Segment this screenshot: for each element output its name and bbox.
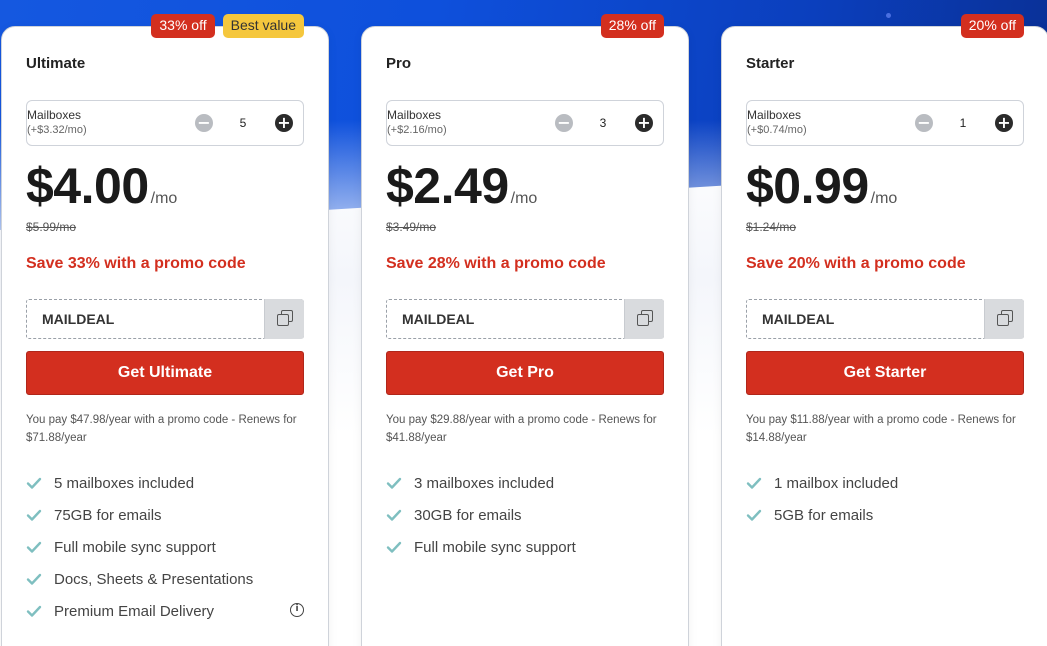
get-plan-button[interactable]: Get Starter <box>746 351 1024 395</box>
save-text: Save 28% with a promo code <box>386 255 606 272</box>
check-icon <box>386 477 402 489</box>
mailbox-selector: Mailboxes (+$3.32/mo) − 5 + <box>26 100 304 146</box>
mailbox-count: 5 <box>239 116 247 130</box>
feature-item: 1 mailbox included <box>746 467 1024 499</box>
billing-note: You pay $29.88/year with a promo code - … <box>386 414 657 444</box>
copy-icon-front <box>997 314 1009 326</box>
feature-text: 30GB for emails <box>414 506 522 524</box>
feature-item: 3 mailboxes included <box>386 467 664 499</box>
best-value-badge: Best value <box>222 14 304 38</box>
feature-item: Premium Email Delivery i <box>26 595 304 627</box>
feature-item: 5GB for emails <box>746 499 1024 531</box>
copy-icon-front <box>277 314 289 326</box>
price: $0.99 <box>746 158 869 214</box>
mailboxes-label: Mailboxes <box>27 108 82 122</box>
badge-group: 33% off Best value <box>151 14 304 38</box>
plus-icon[interactable]: + <box>995 114 1013 132</box>
promo-code: MAILDEAL <box>402 311 475 327</box>
price-period: /mo <box>870 190 898 207</box>
promo-code: MAILDEAL <box>762 311 835 327</box>
plus-icon[interactable]: + <box>635 114 653 132</box>
mailboxes-label: Mailboxes <box>747 108 802 122</box>
info-icon[interactable]: i <box>290 603 304 617</box>
promo-code-box: MAILDEAL <box>746 299 1024 339</box>
get-plan-button[interactable]: Get Ultimate <box>26 351 304 395</box>
mailbox-selector: Mailboxes (+$0.74/mo) − 1 + <box>746 100 1024 146</box>
plan-card-starter: 20% off Starter Mailboxes (+$0.74/mo) − … <box>721 14 1047 646</box>
check-icon <box>26 605 42 617</box>
feature-list: 1 mailbox included 5GB for emails <box>746 467 1024 531</box>
copy-promo-button[interactable] <box>264 299 304 339</box>
check-icon <box>26 477 42 489</box>
discount-badge: 28% off <box>600 14 664 38</box>
mailbox-count: 1 <box>959 116 967 130</box>
badge-group: 28% off <box>600 14 664 38</box>
mailbox-selector: Mailboxes (+$2.16/mo) − 3 + <box>386 100 664 146</box>
feature-text: 5 mailboxes included <box>54 474 195 492</box>
feature-text: 75GB for emails <box>54 506 162 524</box>
feature-item: Full mobile sync support <box>386 531 664 563</box>
feature-text: 3 mailboxes included <box>414 474 555 492</box>
check-icon <box>746 477 762 489</box>
feature-text: Premium Email Delivery <box>54 602 215 620</box>
check-icon <box>26 541 42 553</box>
feature-item: 30GB for emails <box>386 499 664 531</box>
mailbox-count: 3 <box>599 116 607 130</box>
check-icon <box>746 509 762 521</box>
feature-text: 5GB for emails <box>774 506 874 524</box>
copy-promo-button[interactable] <box>984 299 1024 339</box>
feature-list: 5 mailboxes included 75GB for emails Ful… <box>26 467 304 627</box>
mailboxes-extra-price: (+$0.74/mo) <box>747 124 807 136</box>
plan-name: Starter <box>746 55 795 72</box>
copy-promo-button[interactable] <box>624 299 664 339</box>
decorative-dot <box>886 13 891 18</box>
feature-item: 5 mailboxes included <box>26 467 304 499</box>
save-text: Save 33% with a promo code <box>26 255 246 272</box>
check-icon <box>26 509 42 521</box>
billing-note: You pay $11.88/year with a promo code - … <box>746 414 1016 444</box>
check-icon <box>386 509 402 521</box>
original-price: $3.49/mo <box>386 220 437 234</box>
price-row: $4.00 /mo <box>26 157 177 215</box>
feature-item: Docs, Sheets & Presentations <box>26 563 304 595</box>
mailboxes-extra-price: (+$3.32/mo) <box>27 124 87 136</box>
plus-icon[interactable]: + <box>275 114 293 132</box>
price-period: /mo <box>510 190 538 207</box>
feature-text: 1 mailbox included <box>774 474 899 492</box>
feature-item: Full mobile sync support <box>26 531 304 563</box>
get-plan-button[interactable]: Get Pro <box>386 351 664 395</box>
feature-text: Full mobile sync support <box>54 538 216 556</box>
original-price: $5.99/mo <box>26 220 77 234</box>
badge-group: 20% off <box>960 14 1024 38</box>
mailboxes-extra-price: (+$2.16/mo) <box>387 124 447 136</box>
price-row: $2.49 /mo <box>386 157 537 215</box>
minus-icon[interactable]: − <box>555 114 573 132</box>
price-row: $0.99 /mo <box>746 157 897 215</box>
mailboxes-label: Mailboxes <box>387 108 442 122</box>
plan-card-pro: 28% off Pro Mailboxes (+$2.16/mo) − 3 + … <box>361 14 689 646</box>
minus-icon[interactable]: − <box>915 114 933 132</box>
feature-text: Full mobile sync support <box>414 538 576 556</box>
feature-list: 3 mailboxes included 30GB for emails Ful… <box>386 467 664 563</box>
save-text: Save 20% with a promo code <box>746 255 966 272</box>
promo-code-box: MAILDEAL <box>386 299 664 339</box>
price: $4.00 <box>26 158 149 214</box>
feature-text: Docs, Sheets & Presentations <box>54 570 254 588</box>
billing-note: You pay $47.98/year with a promo code - … <box>26 414 297 444</box>
check-icon <box>26 573 42 585</box>
price-period: /mo <box>150 190 178 207</box>
feature-item: 75GB for emails <box>26 499 304 531</box>
check-icon <box>386 541 402 553</box>
plan-card-ultimate: 33% off Best value Ultimate Mailboxes (+… <box>1 14 329 646</box>
discount-badge: 20% off <box>960 14 1024 38</box>
copy-icon-front <box>637 314 649 326</box>
discount-badge: 33% off <box>151 14 215 38</box>
plan-name: Ultimate <box>26 55 86 72</box>
plan-name: Pro <box>386 55 412 72</box>
price: $2.49 <box>386 158 509 214</box>
promo-code-box: MAILDEAL <box>26 299 304 339</box>
original-price: $1.24/mo <box>746 220 797 234</box>
minus-icon[interactable]: − <box>195 114 213 132</box>
promo-code: MAILDEAL <box>42 311 115 327</box>
